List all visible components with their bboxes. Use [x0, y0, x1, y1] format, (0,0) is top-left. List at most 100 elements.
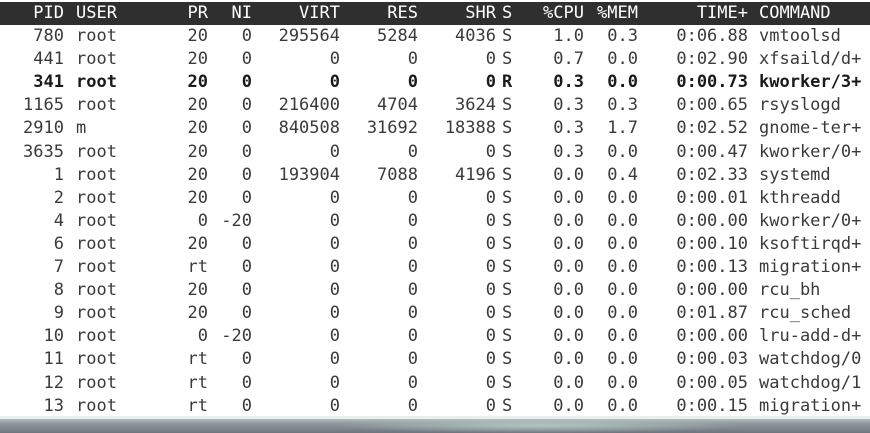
process-s-cell: S [502, 210, 513, 231]
process-row[interactable]: 13 root rt 0 0 0 0 S 0.0 0.0 0:00.15 migration+ [0, 395, 870, 418]
process-ni-cell: -20 [221, 210, 252, 231]
process-shr-cell: 0 [485, 395, 496, 416]
process-time-cell: 0:00.01 [676, 187, 748, 208]
process-cpu-cell: 0.0 [553, 233, 584, 254]
column-header-ni: NI [231, 3, 252, 23]
process-ni-cell: 0 [241, 49, 252, 70]
process-row[interactable]: 12 root rt 0 0 0 0 S 0.0 0.0 0:00.05 watchdog/1 [0, 372, 870, 395]
process-cpu-cell: 0.3 [553, 118, 584, 139]
process-cpu-cell: 0.0 [553, 326, 584, 347]
process-row[interactable]: 2 root 20 0 0 0 0 S 0.0 0.0 0:00.01 kthreadd [0, 187, 870, 210]
process-time-cell: 0:00.00 [676, 280, 748, 301]
process-ni-cell: 0 [241, 26, 252, 46]
process-virt-cell: 0 [329, 303, 340, 324]
process-command-cell: rsyslogd [759, 95, 841, 116]
process-row[interactable]: 441 root 20 0 0 0 0 S 0.7 0.0 0:02.90 xfsaild/d+ [0, 48, 870, 71]
process-cpu-cell: 0.0 [553, 164, 584, 185]
process-cpu-cell: 0.0 [553, 187, 584, 208]
process-row[interactable]: 1 root 20 0 193904 7088 4196 S 0.0 0.4 0:02.33 syst… [0, 164, 870, 187]
process-mem-cell: 0.0 [607, 372, 638, 393]
process-shr-cell: 4036 [455, 26, 496, 46]
process-virt-cell: 0 [329, 233, 340, 254]
process-pr-cell: 20 [187, 303, 208, 324]
process-ni-cell: 0 [241, 95, 252, 116]
process-command-cell: rcu_bh [759, 280, 821, 301]
process-s-cell: R [502, 72, 513, 93]
process-time-cell: 0:02.52 [676, 118, 748, 139]
process-pr-cell: 20 [187, 72, 208, 93]
process-virt-cell: 0 [329, 349, 340, 370]
process-mem-cell: 0.0 [607, 326, 638, 347]
process-shr-cell: 0 [485, 49, 496, 70]
process-ni-cell: 0 [241, 257, 252, 277]
process-row[interactable]: 7 root rt 0 0 0 0 S 0.0 0.0 0:00.13 migration+ [0, 256, 870, 279]
process-virt-cell: 0 [329, 49, 340, 70]
process-pid-cell: 4 [53, 210, 64, 231]
process-mem-cell: 0.0 [607, 303, 638, 324]
process-res-cell: 0 [407, 257, 418, 277]
process-virt-cell: 0 [329, 187, 340, 208]
process-pr-cell: 0 [197, 326, 208, 347]
process-mem-cell: 0.4 [607, 164, 638, 185]
process-pid-cell: 3635 [23, 141, 64, 162]
process-cpu-cell: 0.0 [553, 395, 584, 416]
process-res-cell: 0 [407, 395, 418, 416]
process-virt-cell: 0 [329, 326, 340, 347]
process-pid-cell: 6 [53, 233, 64, 254]
process-shr-cell: 3624 [455, 95, 496, 116]
process-row[interactable]: 9 root 20 0 0 0 0 S 0.0 0.0 0:01.87 rcu_sched [0, 302, 870, 325]
process-row[interactable]: 780 root 20 0 295564 5284 4036 S 1.0 0.3 0:06.88 vm… [0, 25, 870, 48]
process-cpu-cell: 0.0 [553, 349, 584, 370]
process-pid-cell: 1165 [23, 95, 64, 116]
process-row[interactable]: 11 root rt 0 0 0 0 S 0.0 0.0 0:00.03 watchdog/0 [0, 348, 870, 371]
process-cpu-cell: 0.3 [553, 72, 584, 93]
process-time-cell: 0:00.47 [676, 141, 748, 162]
process-shr-cell: 18388 [444, 118, 496, 139]
process-ni-cell: 0 [241, 395, 252, 416]
process-command-cell: watchdog/1 [759, 372, 862, 393]
process-time-cell: 0:00.15 [676, 395, 748, 416]
process-pid-cell: 2910 [23, 118, 64, 139]
process-command-cell: xfsaild/d+ [759, 49, 862, 70]
process-row[interactable]: 341 root 20 0 0 0 0 R 0.3 0.0 0:00.73 kworker/3+ [0, 71, 870, 94]
process-time-cell: 0:00.10 [676, 233, 748, 254]
process-row[interactable]: 2910 m 20 0 840508 31692 18388 S 0.3 1.7 0:02.52 gn… [0, 117, 870, 140]
process-command-cell: gnome-ter+ [759, 118, 862, 139]
process-mem-cell: 0.0 [607, 72, 638, 93]
process-pr-cell: 20 [187, 118, 208, 139]
process-time-cell: 0:00.03 [676, 349, 748, 370]
process-row[interactable]: 4 root 0 -20 0 0 0 S 0.0 0.0 0:00.00 kworker/0+ [0, 210, 870, 233]
process-row[interactable]: 3635 root 20 0 0 0 0 S 0.3 0.0 0:00.47 kworker/0+ [0, 141, 870, 164]
column-header-mem: %MEM [597, 3, 638, 23]
process-shr-cell: 0 [485, 349, 496, 370]
process-row[interactable]: 1165 root 20 0 216400 4704 3624 S 0.3 0.3 0:00.65 r… [0, 94, 870, 117]
process-command-cell: kworker/0+ [759, 210, 862, 231]
process-mem-cell: 0.0 [607, 187, 638, 208]
process-command-cell: kworker/3+ [759, 72, 862, 93]
column-header-res: RES [387, 3, 418, 23]
process-pid-cell: 10 [43, 326, 64, 347]
process-time-cell: 0:00.05 [676, 372, 748, 393]
process-pr-cell: rt [187, 257, 208, 277]
process-command-cell: rcu_sched [759, 303, 852, 324]
process-ni-cell: -20 [221, 326, 252, 347]
process-res-cell: 4704 [377, 95, 418, 116]
process-command-cell: watchdog/0 [759, 349, 862, 370]
process-row[interactable]: 10 root 0 -20 0 0 0 S 0.0 0.0 0:00.00 lru-add-d+ [0, 325, 870, 348]
column-header-pr: PR [187, 3, 208, 23]
process-shr-cell: 0 [485, 72, 496, 93]
process-mem-cell: 0.0 [607, 257, 638, 277]
process-s-cell: S [502, 49, 513, 70]
process-pr-cell: 20 [187, 95, 208, 116]
process-time-cell: 0:00.73 [676, 72, 748, 93]
process-res-cell: 0 [407, 187, 418, 208]
process-s-cell: S [502, 349, 513, 370]
process-row[interactable]: 8 root 20 0 0 0 0 S 0.0 0.0 0:00.00 rcu_bh [0, 279, 870, 302]
process-cpu-cell: 0.0 [553, 372, 584, 393]
process-pid-cell: 13 [43, 395, 64, 416]
process-res-cell: 0 [407, 372, 418, 393]
process-ni-cell: 0 [241, 349, 252, 370]
process-shr-cell: 0 [485, 372, 496, 393]
process-command-cell: lru-add-d+ [759, 326, 862, 347]
process-row[interactable]: 6 root 20 0 0 0 0 S 0.0 0.0 0:00.10 ksoftirqd+ [0, 233, 870, 256]
